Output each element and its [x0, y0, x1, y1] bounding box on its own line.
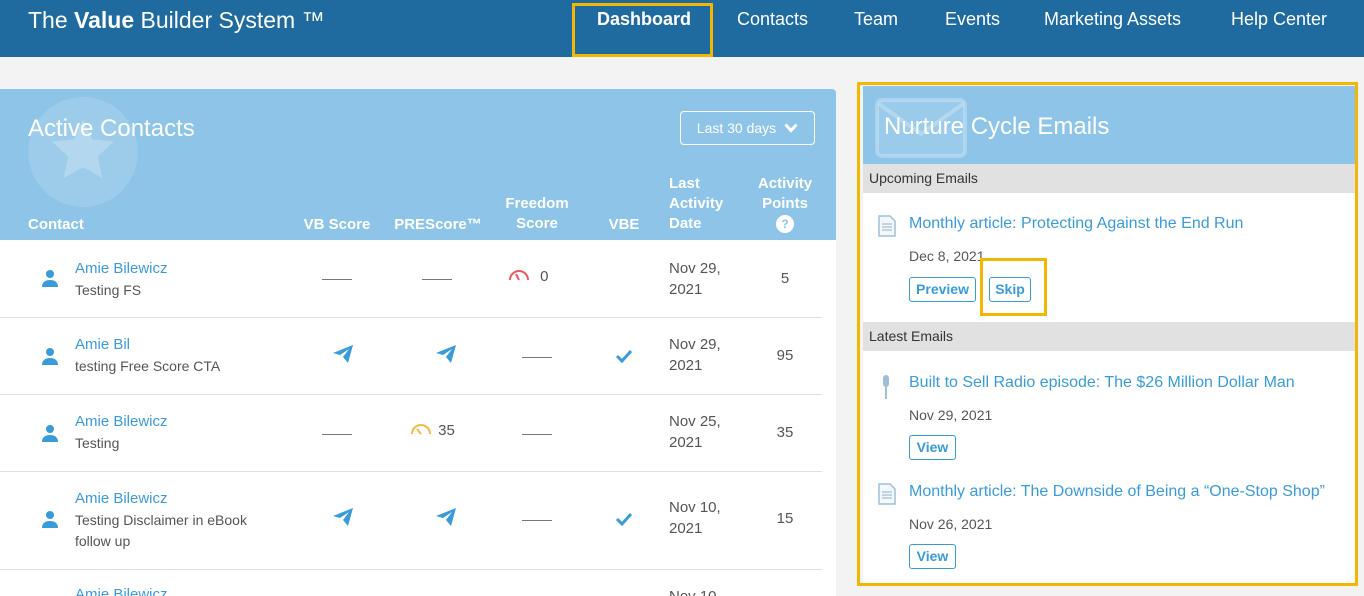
contact-name-link[interactable]: Amie Bilewicz: [75, 586, 168, 596]
col-freedom-line2: Score: [516, 215, 558, 232]
activity-points: 35: [776, 424, 794, 441]
col-freedom-score[interactable]: Freedom Score: [500, 194, 574, 234]
document-icon: [878, 215, 896, 237]
contact-name-link[interactable]: Amie Bil: [75, 336, 130, 353]
col-points-line2: Points: [762, 195, 808, 212]
document-icon: [878, 483, 896, 505]
preview-button[interactable]: Preview: [909, 277, 976, 302]
col-last-line2: Activity: [669, 195, 724, 212]
vb-score-empty: [320, 270, 354, 287]
paper-plane-icon[interactable]: [436, 508, 456, 526]
latest-email-date: Nov 26, 2021: [909, 516, 993, 532]
nav-dashboard[interactable]: Dashboard: [597, 9, 691, 30]
paper-plane-icon[interactable]: [436, 345, 456, 363]
contact-name-link[interactable]: Amie Bilewicz: [75, 260, 168, 277]
nav-marketing-assets[interactable]: Marketing Assets: [1044, 9, 1181, 30]
table-row[interactable]: Amie Bilewicz Nov 10,: [0, 570, 822, 596]
paper-plane-icon[interactable]: [333, 345, 353, 363]
activity-points: 5: [780, 270, 790, 287]
col-activity-points[interactable]: Activity Points ?: [752, 174, 818, 234]
col-freedom-line1: Freedom: [505, 195, 569, 212]
check-icon: [615, 512, 633, 526]
date-range-label: Last 30 days: [696, 120, 777, 136]
upcoming-emails-bar: Upcoming Emails: [863, 164, 1356, 193]
freedom-score: 0: [508, 268, 568, 285]
contact-company: testing Free Score CTA: [75, 358, 221, 374]
col-prescore[interactable]: PREScore™: [392, 215, 484, 235]
contact-name-link[interactable]: Amie Bilewicz: [75, 413, 168, 430]
help-icon[interactable]: ?: [776, 215, 794, 233]
nav-team[interactable]: Team: [854, 9, 898, 30]
person-icon: [42, 270, 58, 287]
contact-company: Testing Disclaimer in eBook follow up: [75, 512, 247, 549]
chevron-down-icon: [784, 123, 798, 133]
skip-button[interactable]: Skip: [989, 277, 1031, 302]
nurture-title: Nurture Cycle Emails: [884, 113, 1110, 140]
last-activity-date: Nov 10, 2021: [669, 499, 721, 537]
brand-logo[interactable]: The Value Builder System ™: [28, 7, 325, 34]
prescore-value: 35: [410, 422, 470, 439]
col-last-line3: Date: [669, 215, 702, 232]
latest-email-title-link[interactable]: Built to Sell Radio episode: The $26 Mil…: [909, 374, 1295, 392]
active-contacts-title: Active Contacts: [28, 115, 195, 142]
upcoming-email-date: Dec 8, 2021: [909, 248, 985, 264]
microphone-icon: [883, 375, 889, 399]
prescore-empty: [420, 270, 454, 287]
person-icon: [42, 511, 58, 528]
last-activity-date: Nov 10,: [669, 586, 721, 596]
table-row[interactable]: Amie Bilewicz Testing 35 Nov 25, 2021 35: [0, 395, 822, 472]
latest-emails-bar: Latest Emails: [863, 322, 1356, 351]
col-last-line1: Last: [669, 175, 700, 192]
nurture-header: Nurture Cycle Emails: [863, 86, 1356, 164]
person-icon: [42, 348, 58, 365]
freedom-score-empty: [520, 348, 554, 365]
col-points-line1: Activity: [757, 175, 813, 192]
upcoming-email-title-link[interactable]: Monthly article: Protecting Against the …: [909, 215, 1243, 233]
activity-points: 95: [776, 347, 794, 364]
active-contacts-header: Active Contacts Last 30 days Contact VB …: [0, 89, 836, 240]
last-activity-date: Nov 29, 2021: [669, 336, 721, 374]
col-contact[interactable]: Contact: [28, 215, 84, 235]
freedom-score-empty: [520, 425, 554, 442]
contact-company: Testing FS: [75, 282, 142, 298]
col-vb-score[interactable]: VB Score: [300, 215, 374, 235]
date-range-dropdown[interactable]: Last 30 days: [680, 111, 815, 145]
view-button[interactable]: View: [909, 544, 956, 569]
person-icon: [42, 425, 58, 442]
latest-email-title-link[interactable]: Monthly article: The Downside of Being a…: [909, 483, 1325, 501]
nav-contacts[interactable]: Contacts: [737, 9, 808, 30]
col-vbe[interactable]: VBE: [602, 215, 646, 235]
table-row[interactable]: Amie Bil testing Free Score CTA Nov 29, …: [0, 318, 822, 395]
view-button[interactable]: View: [909, 435, 956, 460]
nav-events[interactable]: Events: [945, 9, 1000, 30]
nav-help-center[interactable]: Help Center: [1231, 9, 1327, 30]
gauge-low-icon: [509, 270, 529, 281]
col-last-activity-date[interactable]: Last Activity Date: [669, 174, 723, 234]
freedom-score-empty: [520, 511, 554, 528]
latest-email-date: Nov 29, 2021: [909, 407, 993, 423]
active-contacts-panel: Active Contacts Last 30 days Contact VB …: [0, 89, 836, 596]
check-icon: [615, 349, 633, 363]
table-row[interactable]: Amie Bilewicz Testing Disclaimer in eBoo…: [0, 472, 822, 570]
star-icon: [28, 97, 138, 207]
contact-company: Testing: [75, 435, 120, 451]
last-activity-date: Nov 25, 2021: [669, 413, 721, 451]
contact-name-link[interactable]: Amie Bilewicz: [75, 490, 168, 507]
gauge-medium-icon: [411, 424, 431, 435]
last-activity-date: Nov 29, 2021: [669, 260, 721, 298]
paper-plane-icon[interactable]: [333, 508, 353, 526]
table-row[interactable]: Amie Bilewicz Testing FS 0 Nov 29, 2021 …: [0, 240, 822, 318]
nurture-cycle-panel: Nurture Cycle Emails Upcoming Emails Mon…: [863, 86, 1356, 584]
activity-points: 15: [776, 510, 794, 527]
top-navigation-bar: The Value Builder System ™ Dashboard Con…: [0, 0, 1364, 57]
vb-score-empty: [320, 425, 354, 442]
